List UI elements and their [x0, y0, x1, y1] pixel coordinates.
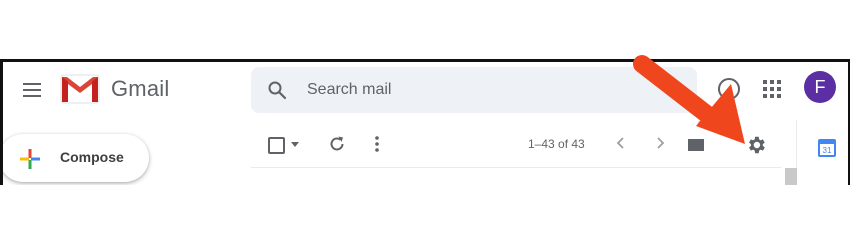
- pagination-range: 1–43 of 43: [528, 137, 585, 151]
- plus-icon: [20, 149, 40, 169]
- select-dropdown-caret[interactable]: [291, 142, 299, 147]
- select-checkbox-icon[interactable]: [268, 137, 285, 154]
- gmail-wordmark[interactable]: Gmail: [111, 76, 169, 102]
- annotation-arrow: [633, 55, 745, 144]
- gmail-logo-icon[interactable]: [60, 74, 100, 104]
- search-icon[interactable]: [267, 80, 287, 100]
- more-vert-icon[interactable]: [367, 134, 387, 154]
- calendar-day: 31: [823, 146, 832, 155]
- refresh-icon[interactable]: [327, 134, 347, 154]
- calendar-icon[interactable]: 31: [817, 138, 837, 158]
- compose-button[interactable]: Compose: [3, 134, 149, 182]
- apps-grid-icon[interactable]: [761, 78, 783, 100]
- scrollbar[interactable]: [785, 168, 797, 185]
- menu-icon[interactable]: [20, 78, 44, 102]
- compose-label: Compose: [60, 149, 124, 165]
- avatar[interactable]: F: [804, 71, 836, 103]
